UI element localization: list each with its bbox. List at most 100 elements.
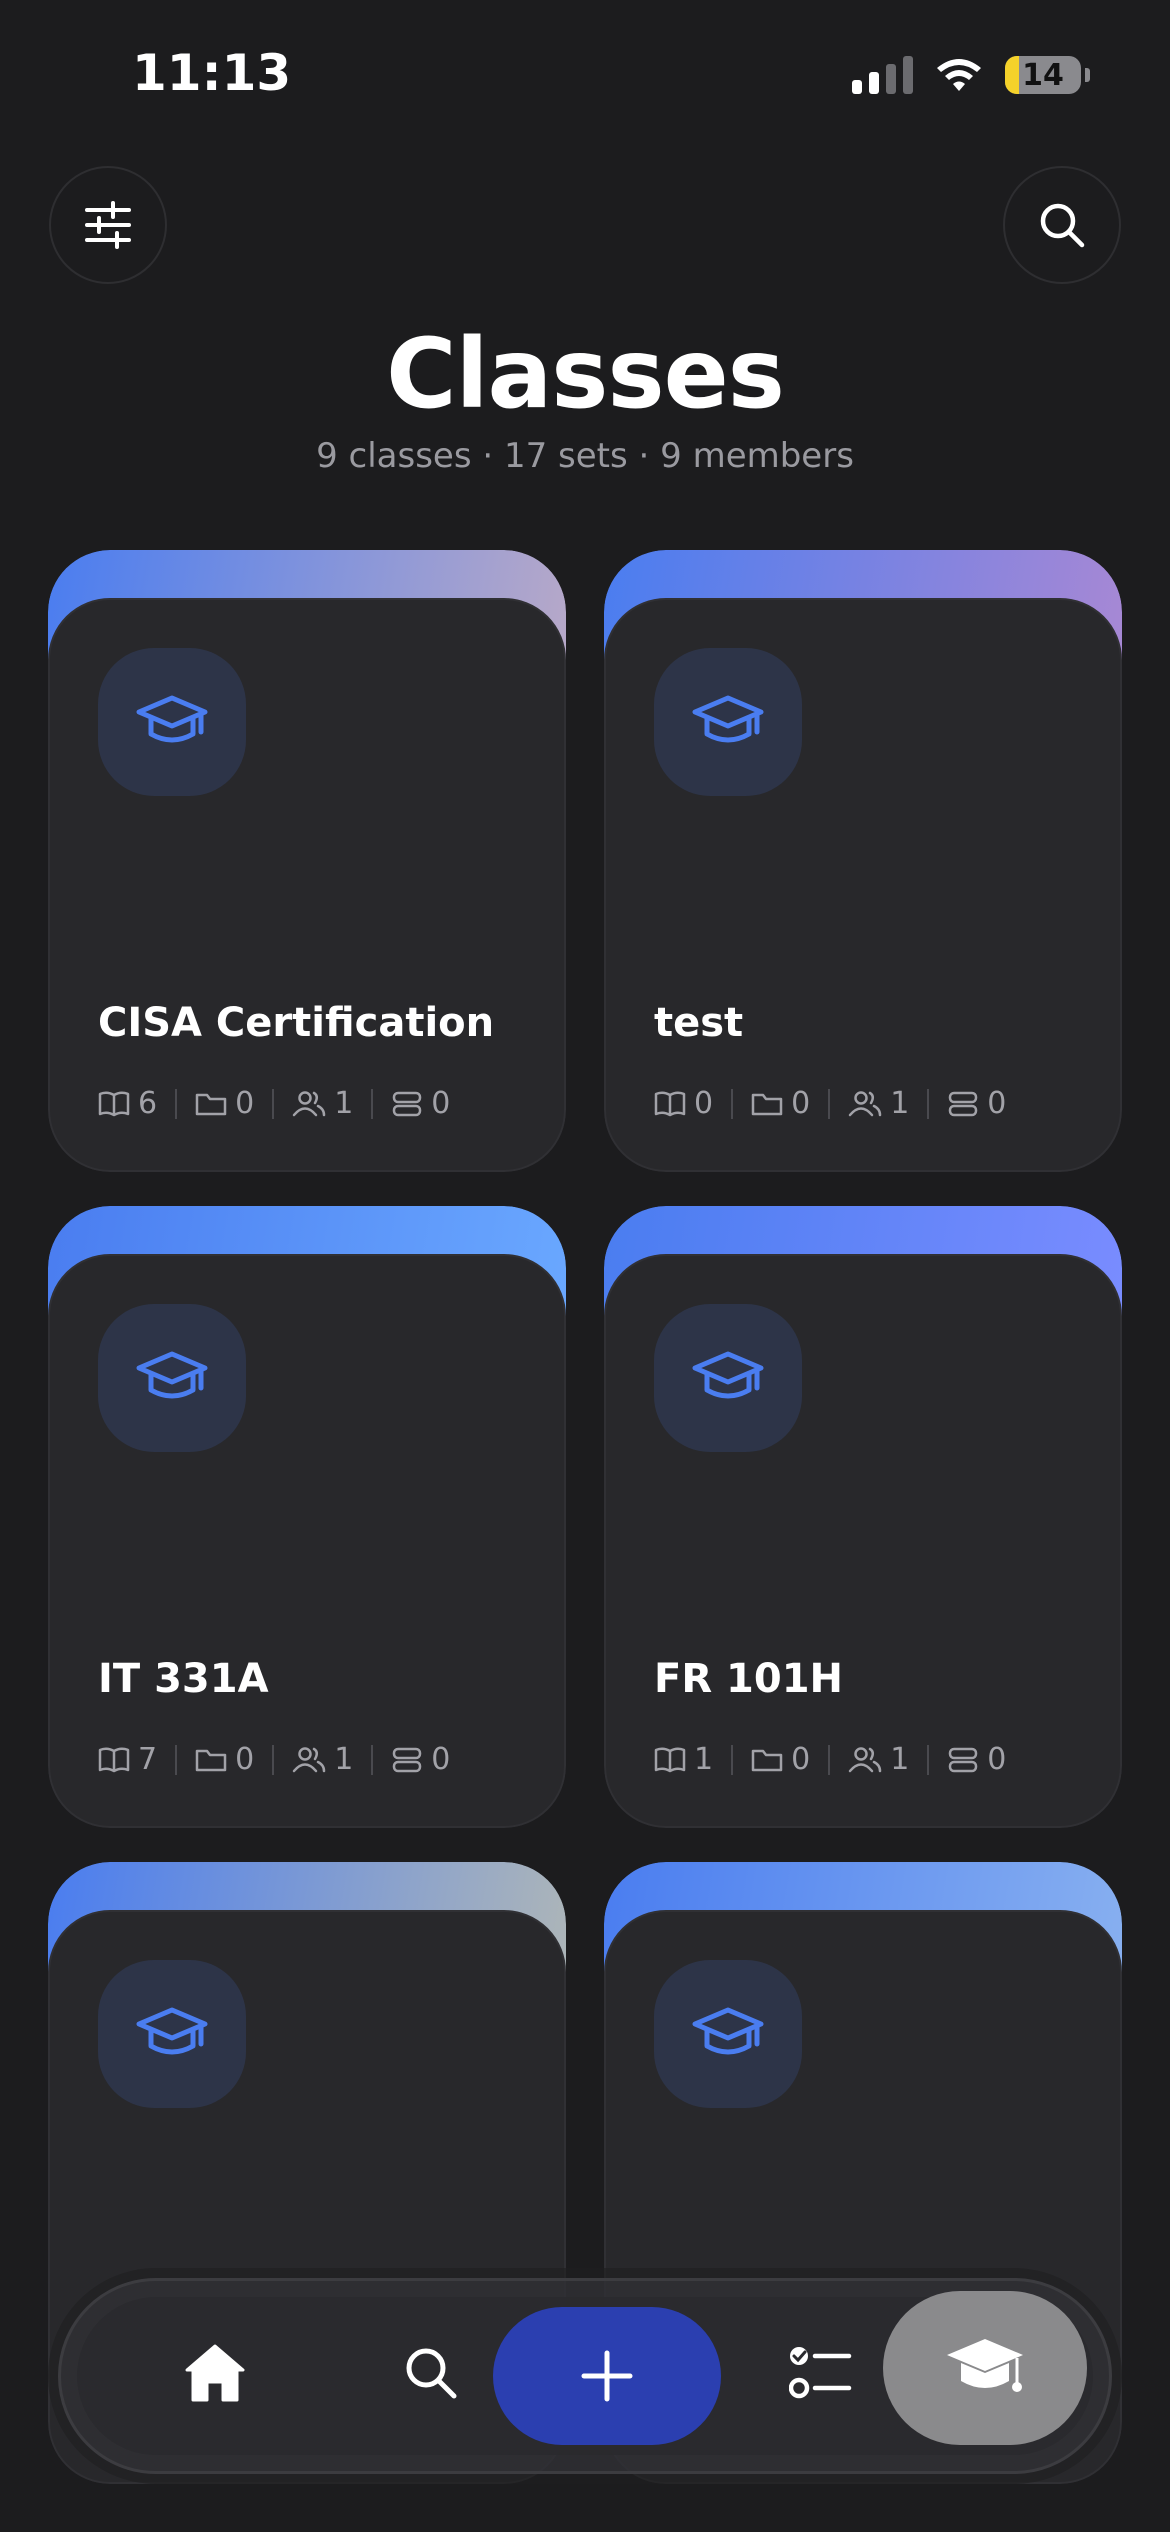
stat-folders-count: 0 bbox=[791, 1086, 811, 1121]
card-icon-tile bbox=[98, 1304, 246, 1452]
home-icon bbox=[185, 2344, 245, 2402]
graduation-cap-icon bbox=[692, 1351, 764, 1399]
folder-icon bbox=[751, 1093, 783, 1115]
card-body: CISA Certification 6 0 1 0 bbox=[48, 598, 566, 1172]
members-icon bbox=[292, 1746, 326, 1772]
stack-icon bbox=[393, 1091, 422, 1116]
filter-button[interactable] bbox=[49, 166, 167, 284]
class-card[interactable]: CISA Certification 6 0 1 0 bbox=[48, 550, 566, 1172]
card-body: FR 101H 1 0 1 0 bbox=[604, 1254, 1122, 1828]
class-card[interactable]: test 0 0 1 0 bbox=[604, 550, 1122, 1172]
graduation-cap-icon bbox=[692, 2007, 764, 2055]
stat-other: 0 bbox=[947, 1742, 1006, 1777]
page-title: Classes bbox=[386, 318, 785, 430]
card-icon-tile bbox=[98, 648, 246, 796]
graduation-cap-icon bbox=[947, 2339, 1023, 2392]
stat-other: 0 bbox=[391, 1086, 450, 1121]
card-icon-tile bbox=[654, 1960, 802, 2108]
card-stats: 1 0 1 0 bbox=[654, 1742, 1006, 1777]
stat-other: 0 bbox=[391, 1742, 450, 1777]
status-bar: 11:13 14 bbox=[0, 0, 1170, 150]
folder-icon bbox=[195, 1749, 227, 1771]
search-icon bbox=[406, 2348, 457, 2399]
members-icon bbox=[292, 1090, 326, 1116]
card-body: IT 331A 7 0 1 0 bbox=[48, 1254, 566, 1828]
card-title: FR 101H bbox=[654, 1656, 844, 1702]
graduation-cap-icon bbox=[136, 2007, 208, 2055]
book-icon bbox=[98, 1746, 130, 1772]
graduation-cap-icon bbox=[136, 1351, 208, 1399]
stat-members: 1 bbox=[292, 1742, 353, 1777]
nav-search[interactable] bbox=[361, 2303, 501, 2443]
stat-folders: 0 bbox=[195, 1742, 254, 1777]
card-icon-tile bbox=[98, 1960, 246, 2108]
search-button[interactable] bbox=[1003, 166, 1121, 284]
nav-classes[interactable] bbox=[883, 2291, 1087, 2445]
bottom-nav bbox=[58, 2278, 1112, 2474]
status-icons: 14 bbox=[852, 56, 1090, 94]
stat-folders-count: 0 bbox=[235, 1086, 255, 1121]
stat-members-count: 1 bbox=[890, 1742, 910, 1777]
search-icon bbox=[1040, 203, 1085, 248]
battery-level: 14 bbox=[1022, 57, 1064, 93]
stat-members: 1 bbox=[848, 1742, 909, 1777]
sliders-icon bbox=[85, 201, 131, 249]
nav-add-button[interactable] bbox=[493, 2307, 721, 2445]
stat-folders-count: 0 bbox=[235, 1742, 255, 1777]
stat-members-count: 1 bbox=[334, 1086, 354, 1121]
status-time: 11:13 bbox=[132, 44, 292, 102]
stat-other: 0 bbox=[947, 1086, 1006, 1121]
stat-members: 1 bbox=[848, 1086, 909, 1121]
class-card[interactable]: IT 331A 7 0 1 0 bbox=[48, 1206, 566, 1828]
stat-other-count: 0 bbox=[431, 1742, 451, 1777]
card-title: CISA Certification bbox=[98, 1000, 495, 1046]
stat-sets-count: 6 bbox=[138, 1086, 158, 1121]
card-stats: 6 0 1 0 bbox=[98, 1086, 450, 1121]
battery-icon: 14 bbox=[1005, 56, 1081, 94]
cellular-signal-icon bbox=[852, 56, 913, 94]
card-body: test 0 0 1 0 bbox=[604, 598, 1122, 1172]
classes-screen: 11:13 14 Classes 9 classes · 17 sets · 9… bbox=[0, 0, 1170, 2532]
class-card[interactable]: FR 101H 1 0 1 0 bbox=[604, 1206, 1122, 1828]
stat-sets-count: 0 bbox=[694, 1086, 714, 1121]
folder-icon bbox=[195, 1093, 227, 1115]
wifi-icon bbox=[937, 59, 981, 91]
stack-icon bbox=[949, 1747, 978, 1772]
stat-other-count: 0 bbox=[987, 1742, 1007, 1777]
stat-folders-count: 0 bbox=[791, 1742, 811, 1777]
book-icon bbox=[98, 1090, 130, 1116]
book-icon bbox=[654, 1746, 686, 1772]
stat-folders: 0 bbox=[751, 1086, 810, 1121]
stat-sets: 6 bbox=[98, 1086, 157, 1121]
card-stats: 7 0 1 0 bbox=[98, 1742, 450, 1777]
nav-tasks[interactable] bbox=[751, 2303, 891, 2443]
card-stats: 0 0 1 0 bbox=[654, 1086, 1006, 1121]
stack-icon bbox=[949, 1091, 978, 1116]
stack-icon bbox=[393, 1747, 422, 1772]
stat-sets-count: 1 bbox=[694, 1742, 714, 1777]
card-title: IT 331A bbox=[98, 1656, 269, 1702]
folder-icon bbox=[751, 1749, 783, 1771]
stat-sets: 7 bbox=[98, 1742, 157, 1777]
stat-members-count: 1 bbox=[334, 1742, 354, 1777]
stat-other-count: 0 bbox=[987, 1086, 1007, 1121]
card-icon-tile bbox=[654, 1304, 802, 1452]
page-subtitle: 9 classes · 17 sets · 9 members bbox=[316, 436, 854, 476]
checklist-icon bbox=[789, 2347, 852, 2399]
members-icon bbox=[848, 1746, 882, 1772]
card-icon-tile bbox=[654, 648, 802, 796]
stat-sets: 1 bbox=[654, 1742, 713, 1777]
book-icon bbox=[654, 1090, 686, 1116]
graduation-cap-icon bbox=[692, 695, 764, 743]
stat-other-count: 0 bbox=[431, 1086, 451, 1121]
graduation-cap-icon bbox=[136, 695, 208, 743]
stat-sets: 0 bbox=[654, 1086, 713, 1121]
stat-folders: 0 bbox=[751, 1742, 810, 1777]
stat-sets-count: 7 bbox=[138, 1742, 158, 1777]
nav-home[interactable] bbox=[145, 2303, 285, 2443]
plus-icon bbox=[581, 2350, 633, 2402]
stat-members: 1 bbox=[292, 1086, 353, 1121]
card-title: test bbox=[654, 1000, 744, 1046]
stat-members-count: 1 bbox=[890, 1086, 910, 1121]
stat-folders: 0 bbox=[195, 1086, 254, 1121]
